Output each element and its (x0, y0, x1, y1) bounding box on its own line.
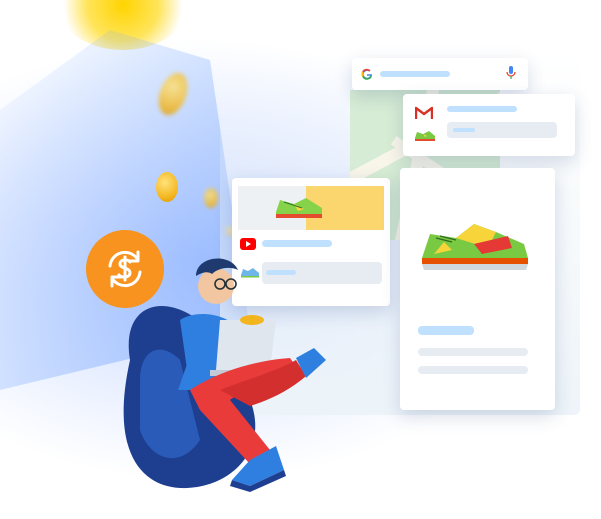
product-card (400, 168, 555, 410)
search-card (352, 58, 528, 90)
microphone-icon (506, 66, 516, 79)
google-g-icon (361, 68, 372, 80)
coin-icon (156, 172, 178, 202)
person-with-laptop (123, 258, 326, 492)
sneaker-image (276, 198, 322, 218)
gmail-card (403, 94, 575, 156)
coin-icon (204, 188, 218, 208)
gmail-m-icon (415, 106, 433, 119)
illustration-stage (0, 0, 601, 519)
sneaker-image (415, 131, 435, 141)
sneaker-image (422, 224, 528, 270)
